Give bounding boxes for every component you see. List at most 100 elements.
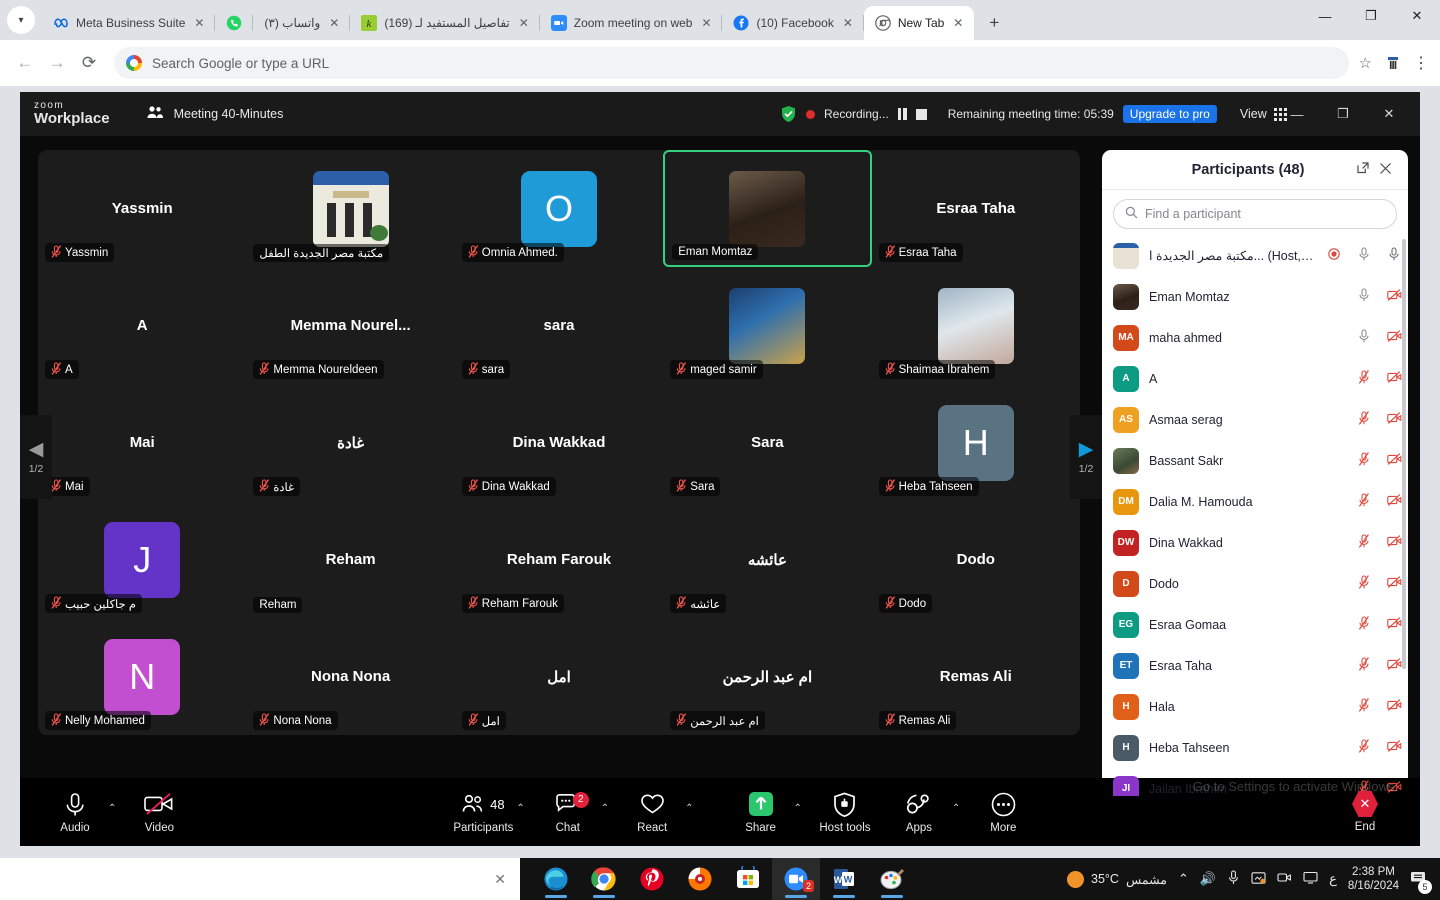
- mic-on-icon[interactable]: [1354, 288, 1374, 305]
- browser-close-button[interactable]: ✕: [1394, 0, 1440, 32]
- participant-tile[interactable]: AA: [38, 267, 246, 384]
- participant-tile[interactable]: Esraa Taha Esraa Taha: [872, 150, 1080, 267]
- participants-list[interactable]: مكتبة مصر الجديدة ا... (Host, me) Eman Mo…: [1102, 235, 1408, 796]
- participant-tile[interactable]: Memma Nourel... Memma Noureldeen: [246, 267, 454, 384]
- taskbar-microsoft-store-icon[interactable]: [724, 858, 772, 900]
- participant-tile[interactable]: maged samir: [663, 267, 871, 384]
- participant-list-item[interactable]: Bassant Sakr: [1113, 440, 1404, 481]
- mic-muted-icon[interactable]: [1354, 739, 1374, 756]
- zoom-maximize-button[interactable]: ❐: [1320, 92, 1366, 136]
- camera-icon[interactable]: [1277, 871, 1292, 887]
- participant-list-item[interactable]: H Hala: [1113, 686, 1404, 727]
- video-off-icon[interactable]: [1384, 781, 1404, 796]
- tab-close-icon[interactable]: ✕: [192, 16, 206, 30]
- participant-list-item[interactable]: DW Dina Wakkad: [1113, 522, 1404, 563]
- mic-muted-icon[interactable]: [1354, 493, 1374, 510]
- participant-tile[interactable]: مكتبة مصر الجديدة الطفل: [246, 150, 454, 267]
- screenshot-icon[interactable]: [1251, 871, 1266, 888]
- weather-widget[interactable]: 35°C مشمس: [1067, 870, 1167, 888]
- toolbar-audio-button[interactable]: Audio: [38, 791, 112, 834]
- browser-tab-whatsapp-pinned[interactable]: [215, 6, 254, 40]
- video-off-icon[interactable]: [1384, 535, 1404, 550]
- participant-list-item[interactable]: EG Esraa Gomaa: [1113, 604, 1404, 645]
- close-icon[interactable]: [1374, 162, 1396, 178]
- browser-tab-zoom-meeting[interactable]: Zoom meeting on web ✕: [540, 6, 723, 40]
- mic-on-icon[interactable]: [1354, 247, 1374, 264]
- participant-tile[interactable]: O Omnia Ahmed.: [455, 150, 663, 267]
- video-off-icon[interactable]: [1384, 371, 1404, 386]
- zoom-close-button[interactable]: ✕: [1366, 92, 1412, 136]
- toolbar-react-button[interactable]: React: [615, 791, 689, 834]
- mic-on-icon[interactable]: [1384, 247, 1404, 264]
- microphone-icon[interactable]: [1227, 870, 1240, 888]
- previous-page-button[interactable]: ◀ 1/2: [20, 415, 52, 499]
- participant-tile[interactable]: Reham Reham: [246, 501, 454, 618]
- overlay-close-icon[interactable]: ✕: [494, 871, 506, 888]
- taskbar-pinterest-icon[interactable]: [628, 858, 676, 900]
- view-button[interactable]: View: [1240, 107, 1287, 121]
- tab-close-icon[interactable]: ✕: [841, 16, 855, 30]
- upgrade-to-pro-button[interactable]: Upgrade to pro: [1122, 105, 1217, 123]
- mic-on-icon[interactable]: [1354, 329, 1374, 346]
- bookmark-star-icon[interactable]: ☆: [1359, 54, 1372, 72]
- participant-list-item[interactable]: MA maha ahmed: [1113, 317, 1404, 358]
- video-off-icon[interactable]: [1384, 289, 1404, 304]
- next-page-button[interactable]: ▶ 1/2: [1070, 415, 1102, 499]
- tab-search-button[interactable]: ▾: [0, 0, 42, 40]
- participant-tile[interactable]: Remas Ali Remas Ali: [872, 618, 1080, 735]
- back-button[interactable]: ←: [10, 48, 40, 78]
- address-bar[interactable]: Search Google or type a URL: [114, 47, 1349, 79]
- participant-tile[interactable]: Nona Nona Nona Nona: [246, 618, 454, 735]
- browser-tab-koha-patron[interactable]: k تفاصيل المستفيد لـ (169) ✕: [350, 6, 541, 40]
- participant-list-item[interactable]: Eman Momtaz: [1113, 276, 1404, 317]
- participant-tile[interactable]: Jم جاكلين حبيب: [38, 501, 246, 618]
- participant-tile[interactable]: H Heba Tahseen: [872, 384, 1080, 501]
- security-shield-icon[interactable]: [780, 105, 797, 123]
- participant-tile[interactable]: Eman Momtaz: [663, 150, 872, 267]
- mic-muted-icon[interactable]: [1354, 452, 1374, 469]
- browser-maximize-button[interactable]: ❐: [1348, 0, 1394, 32]
- participants-scrollbar[interactable]: [1402, 239, 1406, 669]
- browser-tab-facebook[interactable]: (10) Facebook ✕: [722, 6, 865, 40]
- mic-muted-icon[interactable]: [1354, 657, 1374, 674]
- participant-list-item[interactable]: AA: [1113, 358, 1404, 399]
- taskbar-chrome-icon[interactable]: [580, 858, 628, 900]
- tab-close-icon[interactable]: ✕: [699, 16, 713, 30]
- taskbar-word-icon[interactable]: WW: [820, 858, 868, 900]
- participant-list-item[interactable]: AS Asmaa serag: [1113, 399, 1404, 440]
- participant-tile[interactable]: غادة غادة: [246, 384, 454, 501]
- display-icon[interactable]: [1303, 871, 1318, 887]
- video-off-icon[interactable]: [1384, 576, 1404, 591]
- browser-tab-new-tab[interactable]: New Tab ✕: [863, 6, 975, 40]
- participant-tile[interactable]: امل امل: [455, 618, 663, 735]
- forward-button[interactable]: →: [42, 48, 72, 78]
- participant-list-item[interactable]: DM Dalia M. Hamouda: [1113, 481, 1404, 522]
- stop-recording-button[interactable]: [915, 108, 927, 120]
- tab-close-icon[interactable]: ✕: [517, 16, 531, 30]
- browser-tab-meta-business-suite[interactable]: Meta Business Suite ✕: [42, 6, 216, 40]
- mic-muted-icon[interactable]: [1354, 370, 1374, 387]
- language-indicator[interactable]: ع: [1329, 871, 1337, 887]
- popout-icon[interactable]: [1352, 161, 1374, 178]
- participant-tile[interactable]: Shaimaa Ibrahem: [872, 267, 1080, 384]
- new-tab-button[interactable]: +: [980, 9, 1008, 37]
- video-off-icon[interactable]: [1384, 453, 1404, 468]
- video-off-icon[interactable]: [1384, 617, 1404, 632]
- participant-tile[interactable]: Dodo Dodo: [872, 501, 1080, 618]
- tab-close-icon[interactable]: ✕: [951, 16, 965, 30]
- toolbar-apps-button[interactable]: Apps: [882, 791, 956, 834]
- taskbar-clock[interactable]: 2:38 PM 8/16/2024: [1348, 865, 1399, 894]
- participant-tile[interactable]: عائشه عائشه: [663, 501, 871, 618]
- browser-minimize-button[interactable]: —: [1302, 0, 1348, 32]
- taskbar-edge-icon[interactable]: [532, 858, 580, 900]
- toolbar-chat-button[interactable]: 2 Chat: [531, 791, 605, 834]
- meeting-title-group[interactable]: Meeting 40-Minutes: [146, 105, 283, 123]
- video-off-icon[interactable]: [1384, 494, 1404, 509]
- video-off-icon[interactable]: [1384, 740, 1404, 755]
- participant-list-item[interactable]: مكتبة مصر الجديدة ا... (Host, me): [1113, 235, 1404, 276]
- search-participant-input[interactable]: Find a participant: [1113, 199, 1397, 229]
- toolbar-more-button[interactable]: More: [966, 791, 1040, 834]
- participant-list-item[interactable]: H Heba Tahseen: [1113, 727, 1404, 768]
- volume-icon[interactable]: 🔊: [1200, 871, 1216, 887]
- participant-tile[interactable]: Sara Sara: [663, 384, 871, 501]
